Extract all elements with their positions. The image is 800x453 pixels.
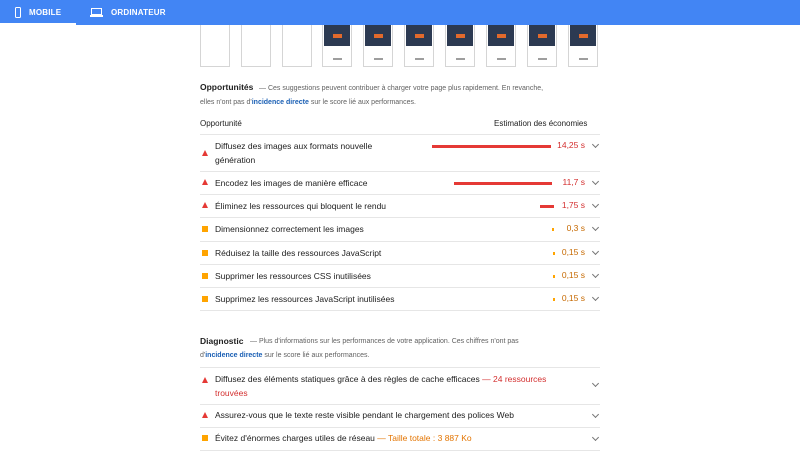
device-tab-bar: MOBILE ORDINATEUR	[0, 0, 800, 25]
opportunities-title: Opportunités	[200, 82, 254, 92]
savings-bar	[454, 182, 552, 185]
filmstrip-frame-blank	[282, 25, 312, 67]
diagnostic-title: Diagnostic	[200, 336, 244, 346]
chevron-down-icon[interactable]	[591, 379, 600, 388]
diagnostic-label: Diffusez des éléments statiques grâce à …	[215, 374, 547, 398]
fail-triangle-icon	[202, 150, 208, 156]
savings-bar	[553, 275, 555, 278]
diagnostic-desc-line2: d'incidence directe sur le score lié aux…	[200, 352, 370, 359]
fail-triangle-icon	[202, 202, 208, 208]
chevron-down-icon[interactable]	[591, 140, 600, 149]
savings-bar	[432, 145, 551, 148]
opportunity-label: Supprimer les ressources CSS inutilisées	[215, 271, 371, 281]
chevron-down-icon[interactable]	[591, 293, 600, 302]
tab-mobile[interactable]: MOBILE	[15, 0, 76, 25]
filmstrip-frame	[363, 25, 393, 67]
savings-value: 0,15 s	[561, 293, 585, 303]
divider	[200, 310, 600, 311]
opportunity-row[interactable]: Encodez les images de manière efficace 1…	[200, 172, 600, 194]
average-square-icon	[202, 250, 208, 256]
opportunity-row[interactable]: Supprimez les ressources JavaScript inut…	[200, 288, 600, 310]
filmstrip-frame	[568, 25, 598, 67]
opportunity-row[interactable]: Éliminez les ressources qui bloquent le …	[200, 195, 600, 217]
chevron-down-icon[interactable]	[591, 433, 600, 442]
active-tab-indicator	[0, 23, 76, 25]
tab-desktop-label: ORDINATEUR	[111, 8, 166, 17]
average-square-icon	[202, 273, 208, 279]
column-header-opportunity: Opportunité	[200, 119, 242, 128]
savings-value: 14,25 s	[557, 140, 585, 150]
laptop-icon	[90, 8, 103, 17]
savings-bar	[540, 205, 554, 208]
chevron-down-icon[interactable]	[591, 270, 600, 279]
savings-value: 0,15 s	[561, 270, 585, 280]
chevron-down-icon[interactable]	[591, 247, 600, 256]
chevron-down-icon[interactable]	[591, 177, 600, 186]
fail-triangle-icon	[202, 412, 208, 418]
savings-bar	[553, 298, 555, 301]
average-square-icon	[202, 226, 208, 232]
opportunity-row[interactable]: Diffusez des images aux formats nouvelle…	[200, 135, 600, 171]
savings-value: 11,7 s	[562, 177, 585, 187]
diagnostic-desc-line1: — Plus d'informations sur les performanc…	[250, 338, 519, 345]
savings-value: 0,3 s	[566, 223, 585, 233]
opportunities-desc-line2: elles n'ont pas d'incidence directe sur …	[200, 99, 416, 106]
filmstrip-frame	[445, 25, 475, 67]
filmstrip-frame	[486, 25, 516, 67]
incidence-directe-link[interactable]: incidence directe	[252, 99, 309, 106]
column-header-savings: Estimation des économies	[494, 119, 588, 128]
opportunities-desc-line1: — Ces suggestions peuvent contribuer à c…	[259, 85, 544, 92]
diagnostic-label: Évitez d'énormes charges utiles de résea…	[215, 433, 472, 443]
savings-bar	[553, 252, 555, 255]
phone-icon	[15, 7, 21, 18]
filmstrip-frame	[404, 25, 434, 67]
diagnostic-detail: — Taille totale : 3 887 Ko	[377, 433, 472, 443]
savings-value: 1,75 s	[561, 200, 585, 210]
fail-triangle-icon	[202, 377, 208, 383]
diagnostic-row[interactable]: Assurez-vous que le texte reste visible …	[200, 405, 600, 427]
filmstrip-frame	[322, 25, 352, 67]
average-square-icon	[202, 296, 208, 302]
diagnostic-row[interactable]: Diffusez des éléments statiques grâce à …	[200, 368, 600, 404]
savings-bar	[552, 228, 554, 231]
opportunity-row[interactable]: Réduisez la taille des ressources JavaSc…	[200, 242, 600, 264]
opportunity-label: Diffusez des images aux formats nouvelle…	[215, 141, 373, 165]
tab-mobile-label: MOBILE	[29, 8, 62, 17]
divider	[200, 450, 600, 451]
diagnostic-label: Assurez-vous que le texte reste visible …	[215, 410, 514, 420]
incidence-directe-link[interactable]: incidence directe	[205, 352, 262, 359]
filmstrip-frame-blank	[241, 25, 271, 67]
filmstrip-frame	[527, 25, 557, 67]
average-square-icon	[202, 435, 208, 441]
opportunity-label: Éliminez les ressources qui bloquent le …	[215, 201, 387, 211]
opportunity-label: Réduisez la taille des ressources JavaSc…	[215, 248, 382, 258]
filmstrip-frame-blank	[200, 25, 230, 67]
fail-triangle-icon	[202, 179, 208, 185]
chevron-down-icon[interactable]	[591, 200, 600, 209]
chevron-down-icon[interactable]	[591, 223, 600, 232]
diagnostic-row[interactable]: Évitez d'énormes charges utiles de résea…	[200, 428, 600, 450]
chevron-down-icon[interactable]	[591, 410, 600, 419]
opportunity-row[interactable]: Supprimer les ressources CSS inutilisées…	[200, 265, 600, 287]
tab-desktop[interactable]: ORDINATEUR	[90, 0, 166, 25]
filmstrip	[200, 25, 600, 70]
opportunity-label: Dimensionnez correctement les images	[215, 224, 364, 234]
opportunity-row[interactable]: Dimensionnez correctement les images 0,3…	[200, 218, 600, 241]
opportunity-label: Encodez les images de manière efficace	[215, 178, 368, 188]
opportunity-label: Supprimez les ressources JavaScript inut…	[215, 294, 395, 304]
savings-value: 0,15 s	[561, 247, 585, 257]
